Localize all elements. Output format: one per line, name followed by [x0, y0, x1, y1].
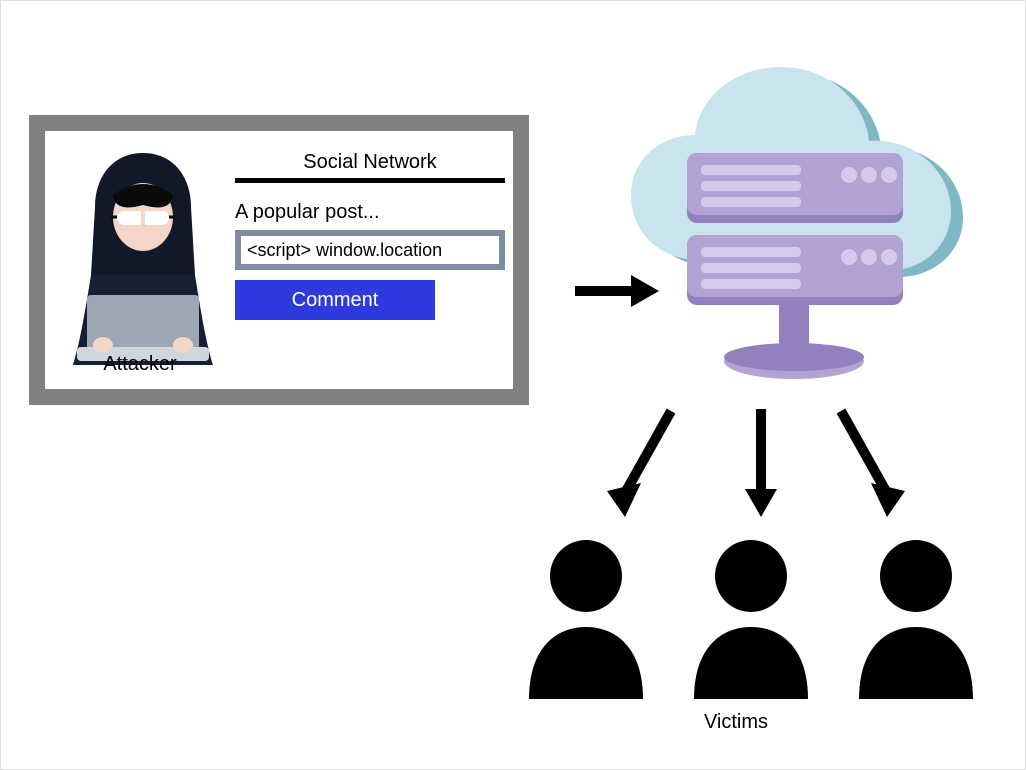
divider	[235, 178, 505, 183]
victims-group	[511, 531, 991, 701]
arrow-down-left-icon	[601, 401, 681, 521]
person-icon	[841, 531, 991, 701]
hacker-icon	[63, 145, 223, 375]
post-text: A popular post...	[235, 201, 505, 224]
attacker-label: Attacker	[55, 353, 225, 376]
comment-input[interactable]	[235, 230, 505, 270]
victims-label: Victims	[636, 711, 836, 734]
comment-button[interactable]: Comment	[235, 280, 435, 320]
social-post: Social Network A popular post... Comment	[235, 151, 505, 320]
arrow-down-right-icon	[831, 401, 911, 521]
person-icon	[676, 531, 826, 701]
arrow-down-icon	[741, 401, 781, 521]
person-icon	[511, 531, 661, 701]
social-network-title: Social Network	[235, 151, 505, 178]
cloud-server-icon	[601, 61, 1001, 411]
attacker-panel: Social Network A popular post... Comment…	[29, 115, 529, 405]
